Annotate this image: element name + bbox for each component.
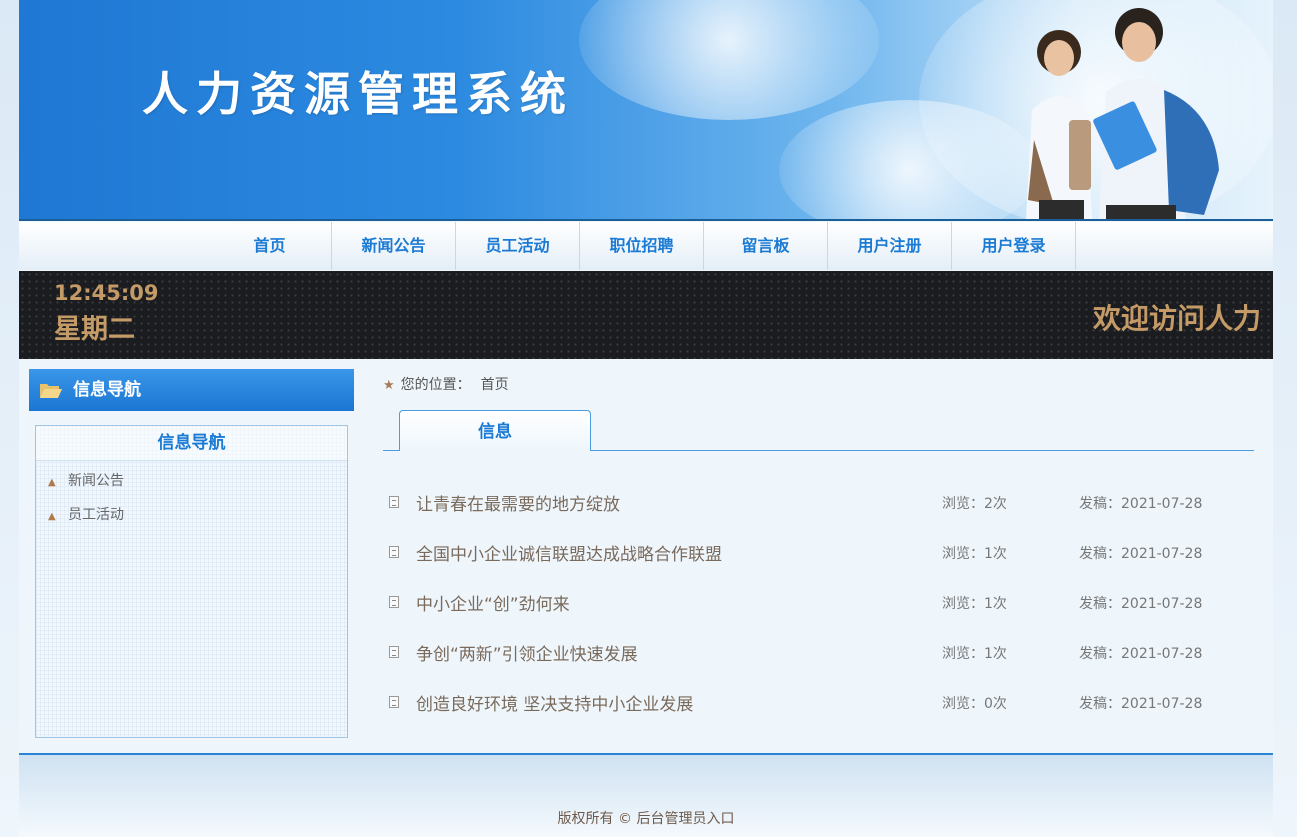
list-item: 创造良好环境 坚决支持中小企业发展 浏览：0次 发稿：2021-07-28 xyxy=(387,690,1207,715)
arrow-up-icon: ▲ xyxy=(48,477,56,488)
copyright-text: 版权所有 © xyxy=(557,811,637,827)
list-item: 让青春在最需要的地方绽放 浏览：2次 发稿：2021-07-28 xyxy=(387,490,1207,515)
clock: 12:45:09 星期二 xyxy=(54,281,158,346)
document-icon xyxy=(389,696,399,708)
news-date: 发稿：2021-07-28 xyxy=(1079,696,1203,712)
breadcrumb-label: 您的位置： xyxy=(400,377,471,393)
sidebar-box-title: 信息导航 xyxy=(36,426,347,461)
sidebar-link-activities[interactable]: ▲ 员工活动 xyxy=(48,504,124,524)
site-title: 人力资源管理系统 xyxy=(142,67,574,121)
news-date: 发稿：2021-07-28 xyxy=(1079,546,1203,562)
nav-news[interactable]: 新闻公告 xyxy=(332,222,456,270)
footer: 版权所有 © 后台管理员入口 xyxy=(19,755,1273,837)
news-views: 浏览：1次 xyxy=(942,596,1007,612)
list-item: 全国中小企业诚信联盟达成战略合作联盟 浏览：1次 发稿：2021-07-28 xyxy=(387,540,1207,565)
nav-guestbook[interactable]: 留言板 xyxy=(704,222,828,270)
students-illustration xyxy=(1026,8,1219,219)
welcome-marquee: 欢迎访问人力 xyxy=(1092,302,1261,335)
clock-day: 星期二 xyxy=(54,314,135,345)
footer-text: 版权所有 © 后台管理员入口 xyxy=(19,808,1273,828)
sidebar-header-label: 信息导航 xyxy=(73,380,141,400)
page: 人力资源管理系统 首页 新闻公告 员工活动 职位招聘 留言板 用户注册 用户登录… xyxy=(19,0,1273,837)
document-icon xyxy=(389,646,399,658)
sidebar-link-label: 新闻公告 xyxy=(68,473,124,489)
document-icon xyxy=(389,546,399,558)
news-title[interactable]: 让青春在最需要的地方绽放 xyxy=(416,490,620,515)
breadcrumb: ★ 您的位置： 首页 xyxy=(383,374,509,394)
nav-login[interactable]: 用户登录 xyxy=(952,222,1076,270)
list-item: 中小企业“创”劲何来 浏览：1次 发稿：2021-07-28 xyxy=(387,590,1207,615)
sidebar-box: 信息导航 ▲ 新闻公告 ▲ 员工活动 xyxy=(35,425,348,738)
list-item: 争创“两新”引领企业快速发展 浏览：1次 发稿：2021-07-28 xyxy=(387,640,1207,665)
admin-login-link[interactable]: 后台管理员入口 xyxy=(636,811,734,827)
news-views: 浏览：0次 xyxy=(942,696,1007,712)
news-date: 发稿：2021-07-28 xyxy=(1079,596,1203,612)
news-views: 浏览：1次 xyxy=(942,546,1007,562)
clock-time: 12:45:09 xyxy=(54,281,159,305)
banner-divider xyxy=(19,219,1273,221)
document-icon xyxy=(389,596,399,608)
nav-home[interactable]: 首页 xyxy=(208,222,332,270)
sidebar-link-news[interactable]: ▲ 新闻公告 xyxy=(48,470,124,490)
news-date: 发稿：2021-07-28 xyxy=(1079,646,1203,662)
sidebar-link-label: 员工活动 xyxy=(68,507,124,523)
nav-jobs[interactable]: 职位招聘 xyxy=(580,222,704,270)
news-title[interactable]: 争创“两新”引领企业快速发展 xyxy=(416,640,638,665)
info-bar: 12:45:09 星期二 欢迎访问人力 xyxy=(19,271,1273,359)
document-icon xyxy=(389,496,399,508)
news-title[interactable]: 全国中小企业诚信联盟达成战略合作联盟 xyxy=(416,540,722,565)
main-nav: 首页 新闻公告 员工活动 职位招聘 留言板 用户注册 用户登录 xyxy=(19,222,1273,270)
news-views: 浏览：2次 xyxy=(942,496,1007,512)
news-title[interactable]: 中小企业“创”劲何来 xyxy=(416,590,570,615)
sidebar-header: 信息导航 xyxy=(29,369,354,411)
header-banner: 人力资源管理系统 xyxy=(19,0,1273,219)
tab-info[interactable]: 信息 xyxy=(399,410,591,451)
news-title[interactable]: 创造良好环境 坚决支持中小企业发展 xyxy=(416,690,693,715)
arrow-up-icon: ▲ xyxy=(48,511,56,522)
star-icon: ★ xyxy=(383,378,395,393)
nav-activities[interactable]: 员工活动 xyxy=(456,222,580,270)
folder-open-icon xyxy=(40,384,62,398)
news-views: 浏览：1次 xyxy=(942,646,1007,662)
nav-register[interactable]: 用户注册 xyxy=(828,222,952,270)
news-date: 发稿：2021-07-28 xyxy=(1079,496,1203,512)
breadcrumb-home[interactable]: 首页 xyxy=(481,377,509,393)
